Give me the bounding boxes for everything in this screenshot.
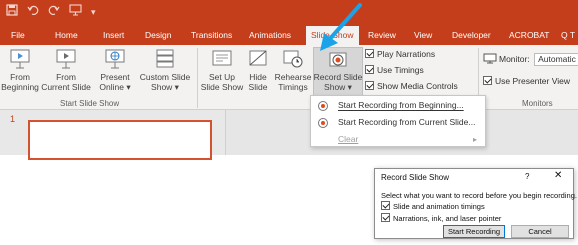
redo-icon[interactable] xyxy=(48,4,60,20)
record-label-1: Record Slide xyxy=(313,72,363,82)
tab-tell-me[interactable]: Q T xyxy=(561,26,575,45)
monitor-label: Monitor: xyxy=(499,54,530,64)
custom-show-label-1: Custom Slide xyxy=(139,72,191,82)
ribbon-separator xyxy=(197,48,198,108)
tab-acrobat[interactable]: ACROBAT xyxy=(509,26,549,45)
slide-timings-checkbox[interactable]: Slide and animation timings xyxy=(381,201,485,211)
tab-animations[interactable]: Animations xyxy=(249,26,291,45)
customize-toolbar-icon[interactable]: ▾ xyxy=(91,4,96,20)
from-beginning-button[interactable]: From Beginning xyxy=(1,48,39,92)
cancel-button[interactable]: Cancel xyxy=(511,225,569,238)
custom-show-icon xyxy=(156,49,174,68)
pointer-arrow-icon xyxy=(320,3,362,51)
monitor-select[interactable]: Monitor: Automatic xyxy=(483,53,578,66)
from-beginning-label-2: Beginning xyxy=(1,82,39,92)
set-up-slide-show-button[interactable]: Set Up Slide Show xyxy=(200,48,244,92)
presenter-view-label: Use Presenter View xyxy=(495,76,570,86)
use-timings-label: Use Timings xyxy=(377,65,424,75)
monitors-group-label: Monitors xyxy=(522,99,553,108)
set-up-label-1: Set Up xyxy=(209,72,235,82)
menu-item-label: Start Recording from Beginning... xyxy=(338,100,464,110)
checkbox-icon xyxy=(365,49,374,58)
menu-item-label: Start Recording from Current Slide... xyxy=(338,117,476,127)
hide-slide-button[interactable]: Hide Slide xyxy=(246,48,270,92)
slide-timings-label: Slide and animation timings xyxy=(393,202,485,211)
save-icon[interactable] xyxy=(6,4,18,20)
present-online-button[interactable]: Present Online ▾ xyxy=(95,48,135,92)
slide-thumbnail-pane: 1 xyxy=(0,110,226,160)
record-icon xyxy=(318,118,328,128)
checkbox-icon xyxy=(483,76,492,85)
from-beginning-label-1: From xyxy=(10,72,30,82)
play-narrations-label: Play Narrations xyxy=(377,49,436,59)
present-from-start-icon[interactable] xyxy=(69,4,82,20)
present-online-label-2: Online ▾ xyxy=(99,82,131,92)
checkbox-icon xyxy=(365,81,374,90)
hide-label-2: Slide xyxy=(248,82,268,92)
use-timings-checkbox[interactable]: Use Timings xyxy=(365,65,424,76)
show-media-controls-checkbox[interactable]: Show Media Controls xyxy=(365,81,458,92)
hide-slide-icon xyxy=(249,50,267,66)
slide-number: 1 xyxy=(10,114,16,124)
ribbon-tabs: File Home Insert Design Transitions Anim… xyxy=(0,26,578,45)
present-online-label-1: Present xyxy=(100,72,130,82)
custom-show-label-2: Show ▾ xyxy=(151,82,179,92)
tab-insert[interactable]: Insert xyxy=(103,26,124,45)
setup-icon xyxy=(212,50,232,66)
tab-review[interactable]: Review xyxy=(368,26,396,45)
tab-view[interactable]: View xyxy=(414,26,432,45)
rehearse-label-1: Rehearse xyxy=(274,72,312,82)
use-presenter-view-checkbox[interactable]: Use Presenter View xyxy=(483,76,570,87)
dialog-prompt: Select what you want to record before yo… xyxy=(381,191,577,200)
tab-home[interactable]: Home xyxy=(55,26,78,45)
tab-design[interactable]: Design xyxy=(145,26,171,45)
slide-workspace: 1 xyxy=(0,110,578,160)
globe-screen-icon xyxy=(105,49,125,69)
record-label-2: Show ▾ xyxy=(324,82,352,92)
tab-developer[interactable]: Developer xyxy=(452,26,491,45)
close-button[interactable]: ✕ xyxy=(554,170,562,181)
from-current-label-1: From xyxy=(56,72,76,82)
projector-screen-icon xyxy=(56,49,76,69)
show-media-controls-label: Show Media Controls xyxy=(377,81,458,91)
custom-slide-show-button[interactable]: Custom Slide Show ▾ xyxy=(137,48,193,92)
checkbox-icon xyxy=(381,201,390,210)
projector-screen-icon xyxy=(10,49,30,69)
from-current-label-2: Current Slide xyxy=(41,82,91,92)
powerpoint-window: ▾ File Home Insert Design Transitions An… xyxy=(0,0,578,245)
menu-item-record-from-beginning[interactable]: Start Recording from Beginning... xyxy=(311,97,485,114)
menu-item-clear[interactable]: Clear ▸ xyxy=(311,131,485,148)
undo-icon[interactable] xyxy=(27,4,39,20)
monitor-icon xyxy=(483,53,497,64)
start-slide-show-group-label: Start Slide Show xyxy=(60,99,120,108)
narrations-label: Narrations, ink, and laser pointer xyxy=(393,214,502,223)
set-up-label-2: Slide Show xyxy=(200,82,244,92)
slide-thumbnail[interactable] xyxy=(28,120,212,160)
menu-item-label: Clear xyxy=(338,134,359,144)
stopwatch-icon xyxy=(283,50,303,68)
ribbon: From Beginning From Current Slide Presen… xyxy=(0,45,578,110)
narrations-checkbox[interactable]: Narrations, ink, and laser pointer xyxy=(381,213,501,223)
rehearse-label-2: Timings xyxy=(278,82,308,92)
play-narrations-checkbox[interactable]: Play Narrations xyxy=(365,49,435,60)
tab-transitions[interactable]: Transitions xyxy=(191,26,232,45)
record-dropdown-menu: Start Recording from Beginning... Start … xyxy=(310,95,486,147)
title-bar: ▾ xyxy=(0,0,578,26)
hide-label-1: Hide xyxy=(249,72,267,82)
rehearse-timings-button[interactable]: Rehearse Timings xyxy=(273,48,313,92)
start-recording-button[interactable]: Start Recording xyxy=(443,225,505,238)
quick-access-toolbar: ▾ xyxy=(6,4,96,20)
record-slide-show-dialog: Record Slide Show ? ✕ Select what you wa… xyxy=(374,168,577,239)
monitor-value: Automatic xyxy=(534,53,578,66)
dialog-title: Record Slide Show xyxy=(381,173,450,182)
menu-item-record-from-current[interactable]: Start Recording from Current Slide... xyxy=(311,114,485,131)
tab-file[interactable]: File xyxy=(11,26,25,45)
checkbox-icon xyxy=(365,65,374,74)
from-current-slide-button[interactable]: From Current Slide xyxy=(41,48,91,92)
checkbox-icon xyxy=(381,213,390,222)
help-button[interactable]: ? xyxy=(525,172,529,181)
submenu-arrow-icon: ▸ xyxy=(472,135,477,144)
record-icon xyxy=(318,101,328,111)
